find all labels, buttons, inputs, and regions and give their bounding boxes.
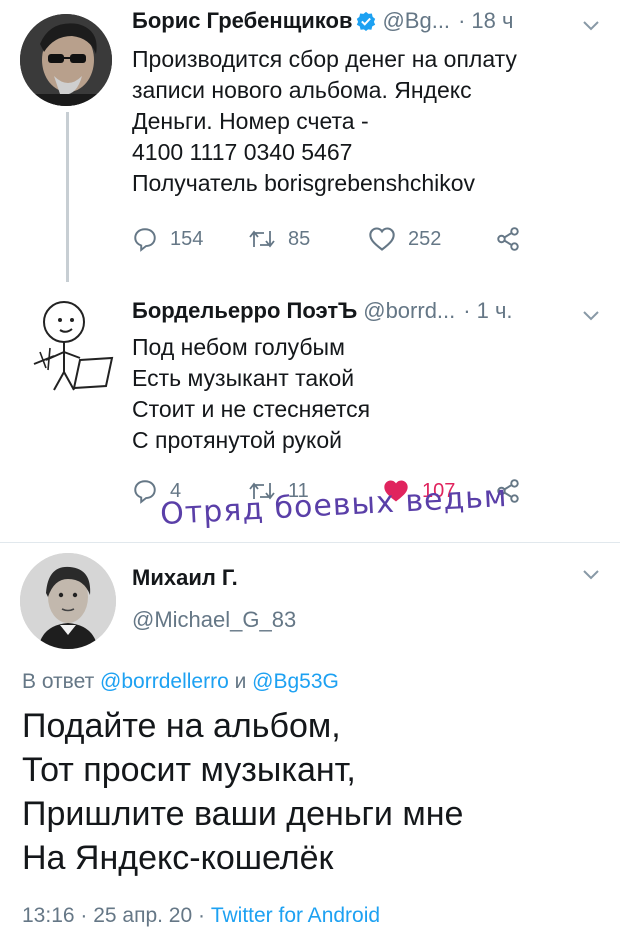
tweet-date: 13:16 · 25 апр. 20 ·	[22, 904, 211, 927]
tweet-line: Получатель borisgrebenshchikov	[132, 170, 476, 196]
tweet-time[interactable]: 1 ч.	[477, 298, 513, 324]
tweet-line: Под небом голубым	[132, 334, 345, 360]
avatar-mikhail-photo	[20, 553, 116, 649]
author-name[interactable]: Борис Гребенщиков	[132, 8, 352, 34]
tweet-boris[interactable]: Борис Гребенщиков @Bg... · 18 ч Производ…	[0, 0, 620, 282]
avatar-mikhail[interactable]	[20, 553, 116, 649]
reply-user-link[interactable]: @Bg53G	[252, 670, 339, 693]
author-name[interactable]: Бордельерро ПоэтЪ	[132, 298, 357, 324]
reply-user-link[interactable]: @borrdellerro	[100, 670, 229, 693]
tweet-line: С протянутой рукой	[132, 427, 343, 453]
author-handle[interactable]: @borrd...	[363, 298, 455, 324]
tweet-body: Под небом голубым Есть музыкант такой Ст…	[132, 332, 370, 456]
tweet-header: Борис Гребенщиков @Bg... · 18 ч	[132, 8, 513, 34]
reply-count: 154	[170, 227, 204, 250]
tweet-header: Михаил Г.	[132, 565, 238, 591]
author-name[interactable]: Михаил Г.	[132, 565, 238, 591]
thread-line	[66, 112, 69, 282]
tweet-line: Деньги. Номер счета -	[132, 108, 369, 134]
reply-icon	[134, 228, 156, 252]
tweet-source-link[interactable]: Twitter for Android	[211, 904, 380, 927]
heart-icon	[369, 227, 395, 251]
tweet-body: Производится сбор денег на оплату записи…	[132, 44, 517, 199]
tweet-actions: 154 85 252	[132, 226, 532, 262]
tweet-line: записи нового альбома. Яндекс	[132, 77, 472, 103]
avatar-boris[interactable]	[20, 14, 112, 106]
tweet-line: Пришлите ваши деньги мне	[22, 795, 464, 833]
tweet-line: 4100 1117 0340 5467	[132, 139, 353, 165]
tweet-meta: 13:16 · 25 апр. 20 · Twitter for Android	[22, 904, 380, 928]
retweet-icon	[249, 230, 275, 248]
avatar-bordellerro[interactable]	[20, 294, 120, 394]
chevron-down-icon[interactable]	[582, 310, 600, 322]
reply-button[interactable]: 154	[132, 226, 203, 252]
reply-context: В ответ @borrdellerro и @Bg53G	[22, 670, 339, 694]
author-handle[interactable]: @Bg...	[382, 8, 450, 34]
avatar-boris-photo	[20, 14, 112, 106]
tweet-body-large: Подайте на альбом, Тот просит музыкант, …	[22, 704, 463, 880]
tweet-header: Бордельерро ПоэтЪ @borrd... · 1 ч.	[132, 298, 513, 324]
author-handle[interactable]: @Michael_G_83	[132, 607, 296, 633]
retweet-button[interactable]: 85	[248, 226, 310, 252]
tweet-line: Производится сбор денег на оплату	[132, 46, 517, 72]
reply-and: и	[228, 670, 253, 693]
reply-prefix: В ответ	[22, 670, 101, 693]
tweet-line: Подайте на альбом,	[22, 707, 341, 745]
verified-badge-icon	[357, 11, 376, 31]
tweet-line: Тот просит музыкант,	[22, 751, 356, 789]
retweet-count: 85	[288, 227, 311, 250]
tweet-line: Стоит и не стесняется	[132, 396, 371, 422]
like-button[interactable]: 252	[368, 226, 441, 252]
reply-icon	[134, 480, 156, 504]
share-button[interactable]	[494, 226, 522, 252]
avatar-bordellerro-drawing	[33, 301, 114, 391]
chevron-down-icon[interactable]	[582, 569, 600, 581]
separator-dot: ·	[458, 8, 466, 33]
chevron-down-icon[interactable]	[582, 20, 600, 32]
tweet-line: На Яндекс-кошелёк	[22, 839, 334, 877]
tweet-line: Есть музыкант такой	[132, 365, 355, 391]
tweet-time[interactable]: 18 ч	[471, 8, 513, 34]
tweet-handle-row: @Michael_G_83	[132, 607, 296, 633]
like-count: 252	[408, 227, 442, 250]
separator-dot: ·	[463, 298, 471, 323]
share-icon	[497, 227, 519, 251]
